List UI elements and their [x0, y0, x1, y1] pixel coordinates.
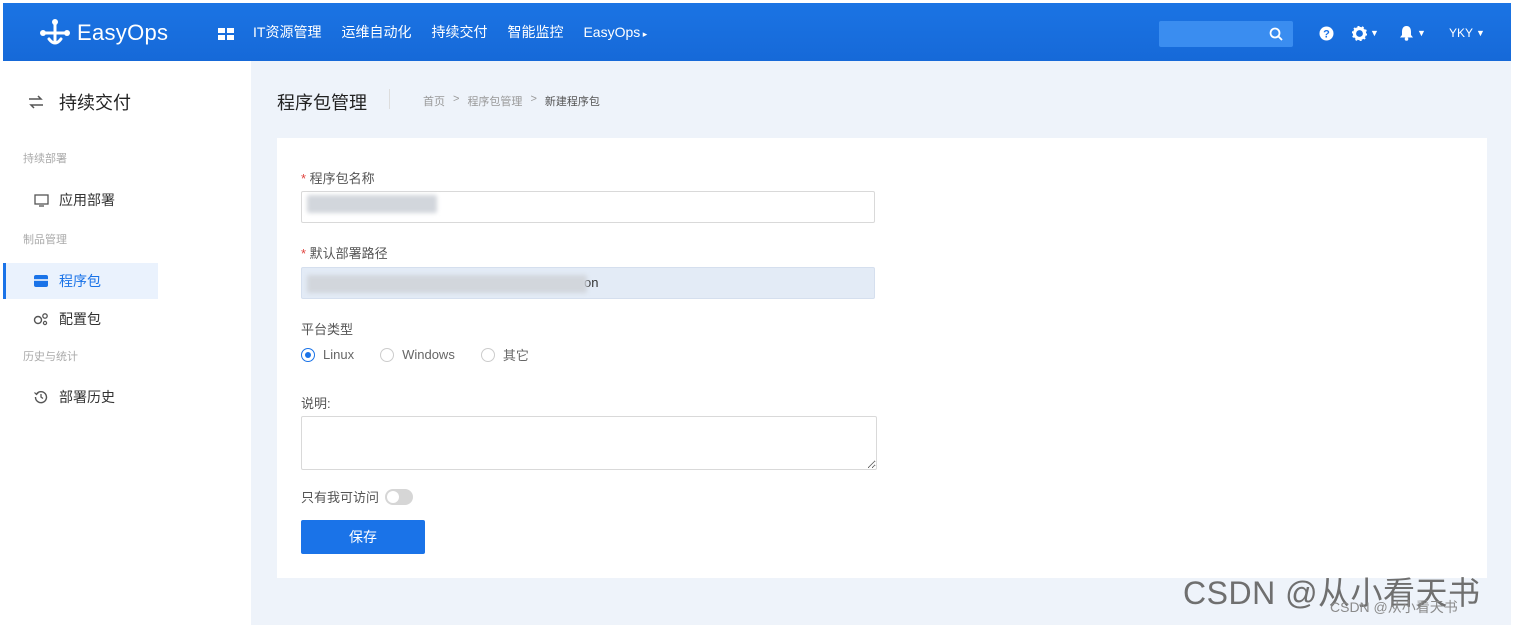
monitor-icon — [33, 192, 49, 208]
radio-unchecked-icon — [380, 347, 395, 362]
radio-unchecked-icon — [480, 347, 495, 362]
breadcrumb: 首页 > 程序包管理 > 新建程序包 — [423, 93, 600, 109]
breadcrumb-separator: > — [530, 93, 537, 105]
history-icon — [33, 389, 49, 405]
app-grid-icon[interactable] — [218, 28, 234, 40]
search-icon[interactable] — [1269, 27, 1283, 41]
nav-easyops-more[interactable]: EasyOps — [583, 24, 647, 40]
radio-other[interactable]: 其它 — [480, 345, 529, 364]
private-access-row: 只有我可访问 — [301, 487, 414, 506]
breadcrumb-current: 新建程序包 — [544, 96, 600, 108]
nav-it-resources[interactable]: IT资源管理 — [253, 22, 321, 42]
sidebar-header: 持续交付 — [27, 89, 131, 115]
sidebar-item-label: 部署历史 — [59, 389, 115, 405]
description-textarea[interactable] — [301, 416, 877, 470]
chevron-down-icon: ▼ — [1370, 28, 1379, 38]
help-icon: ? — [1319, 26, 1334, 40]
settings-button[interactable]: ▼ — [1352, 23, 1379, 43]
main-content: 程序包管理 首页 > 程序包管理 > 新建程序包 程序包名称 默认部署路径 on… — [251, 61, 1511, 625]
save-button[interactable]: 保存 — [301, 520, 425, 554]
search-input[interactable] — [1159, 21, 1275, 47]
redacted-value — [307, 195, 437, 213]
sidebar-item-config-package[interactable]: 配置包 — [3, 301, 155, 337]
sidebar-item-label: 配置包 — [59, 311, 101, 327]
watermark-small: CSDN @从小看天书 — [1330, 599, 1458, 615]
swap-icon — [29, 95, 43, 109]
nav-continuous-delivery[interactable]: 持续交付 — [431, 22, 487, 42]
sidebar-item-app-deploy[interactable]: 应用部署 — [3, 182, 155, 218]
sidebar-group-deploy: 持续部署 — [23, 153, 67, 165]
page-title: 程序包管理 — [277, 93, 367, 113]
nav-ops-automation[interactable]: 运维自动化 — [341, 22, 411, 42]
user-menu[interactable]: YKY ▼ — [1449, 23, 1485, 43]
brand-name: EasyOps — [77, 20, 169, 45]
brand-logo[interactable]: EasyOps — [35, 17, 168, 49]
redacted-value — [307, 275, 587, 293]
gear-icon — [1352, 25, 1367, 41]
title-divider — [389, 89, 390, 109]
breadcrumb-home[interactable]: 首页 — [423, 93, 445, 109]
platform-type-label: 平台类型 — [301, 322, 354, 337]
private-access-toggle[interactable] — [385, 488, 414, 505]
radio-windows[interactable]: Windows — [380, 347, 455, 362]
main-nav: IT资源管理 运维自动化 持续交付 智能监控 EasyOps — [253, 3, 667, 61]
bell-icon — [1400, 26, 1413, 41]
form-card: 程序包名称 默认部署路径 on 平台类型 Linux Windows 其它 说明… — [277, 138, 1487, 578]
sidebar-item-deploy-history[interactable]: 部署历史 — [3, 379, 155, 415]
notifications-button[interactable]: ▼ — [1399, 23, 1426, 43]
easyops-logo-icon — [40, 19, 70, 45]
sidebar-item-package[interactable]: 程序包 — [3, 263, 158, 299]
user-name: YKY — [1449, 26, 1474, 40]
chevron-down-icon: ▼ — [1417, 28, 1426, 38]
sidebar-group-artifacts: 制品管理 — [23, 234, 67, 246]
sidebar: 持续交付 持续部署 应用部署 制品管理 程序包 配置包 历史与统计 部署历史 — [3, 61, 251, 625]
help-button[interactable]: ? — [1319, 23, 1334, 43]
breadcrumb-separator: > — [453, 93, 460, 105]
package-icon — [33, 273, 49, 289]
breadcrumb-package-mgmt[interactable]: 程序包管理 — [467, 93, 522, 109]
platform-radio-group: Linux Windows 其它 — [301, 345, 555, 364]
package-name-label: 程序包名称 — [301, 168, 375, 187]
sidebar-item-label: 程序包 — [59, 273, 101, 289]
nav-smart-monitoring[interactable]: 智能监控 — [507, 22, 563, 42]
sidebar-group-history: 历史与统计 — [23, 351, 78, 363]
radio-label: Linux — [323, 347, 355, 362]
deploy-path-label: 默认部署路径 — [301, 243, 388, 262]
svg-text:?: ? — [1323, 28, 1330, 40]
radio-linux[interactable]: Linux — [301, 347, 354, 362]
top-navbar: EasyOps IT资源管理 运维自动化 持续交付 智能监控 EasyOps ?… — [3, 3, 1511, 61]
private-access-label: 只有我可访问 — [301, 490, 380, 505]
radio-label: Windows — [402, 347, 455, 362]
description-label: 说明: — [301, 396, 331, 411]
sidebar-title: 持续交付 — [59, 93, 131, 113]
radio-label: 其它 — [502, 348, 529, 363]
sidebar-item-label: 应用部署 — [59, 192, 115, 208]
config-icon — [33, 311, 49, 327]
chevron-down-icon: ▼ — [1476, 28, 1485, 38]
radio-checked-icon — [301, 347, 315, 362]
global-search — [1159, 21, 1293, 47]
